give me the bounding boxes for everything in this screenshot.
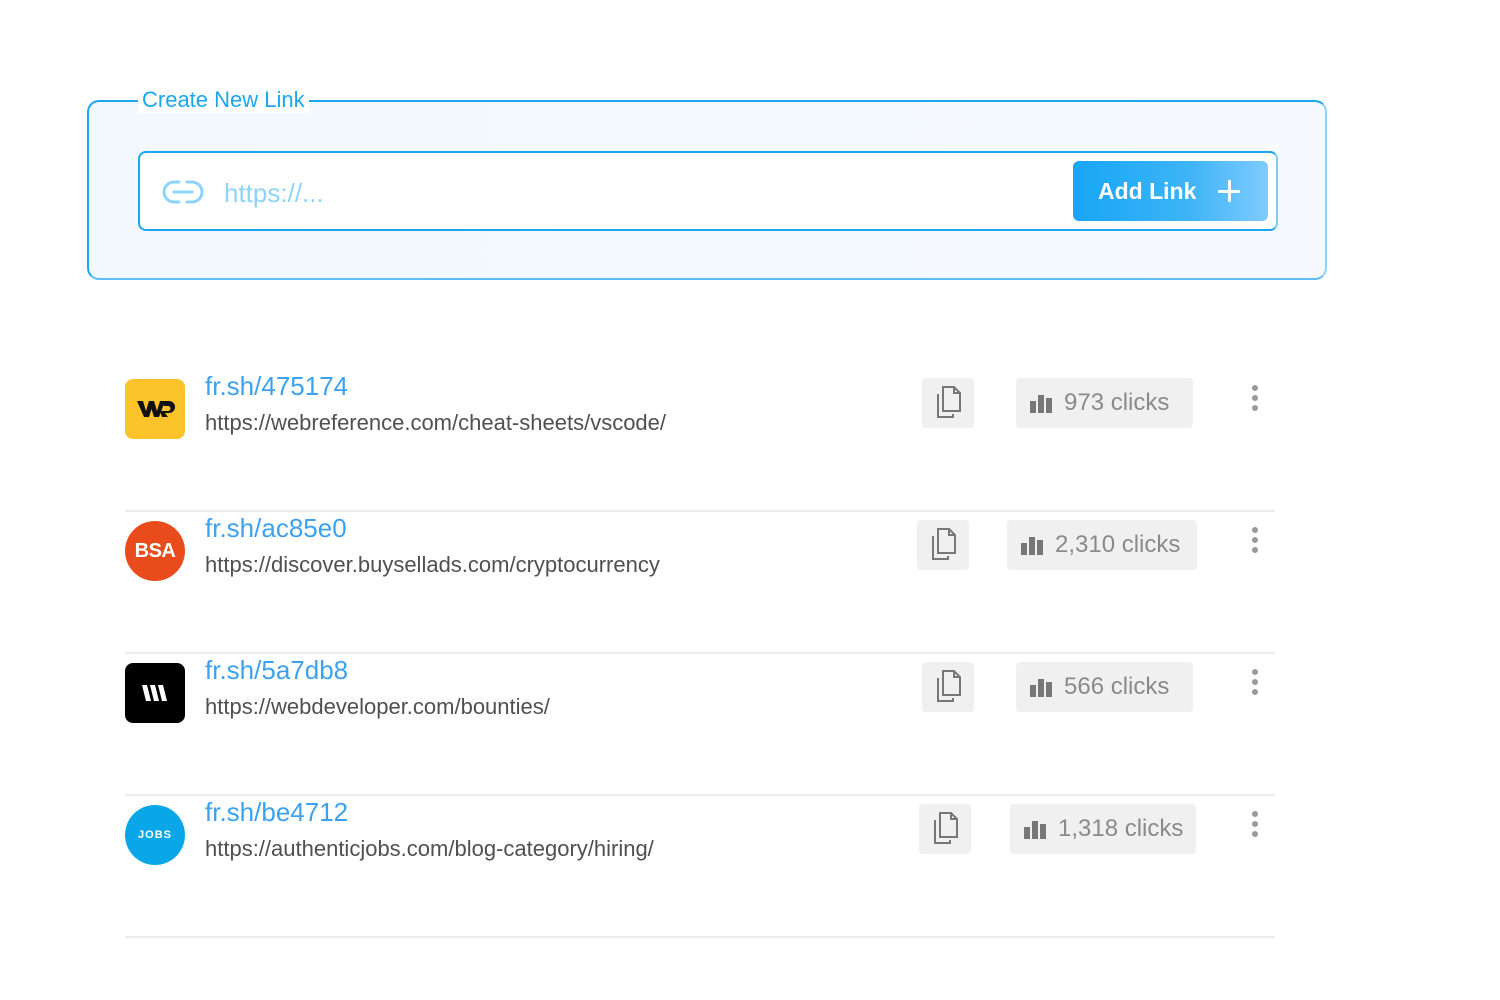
- clicks-button[interactable]: 566 clicks: [1016, 662, 1193, 712]
- link-row: fr.sh/475174 https://webreference.com/ch…: [125, 370, 1275, 512]
- copy-icon: [928, 527, 958, 564]
- webdeveloper-logo-icon: [125, 663, 185, 723]
- authenticjobs-logo-icon: JOBS: [125, 805, 185, 865]
- short-url-link[interactable]: fr.sh/475174: [205, 370, 348, 402]
- long-url: https://webdeveloper.com/bounties/: [205, 694, 550, 719]
- short-url-link[interactable]: fr.sh/5a7db8: [205, 654, 348, 686]
- webreference-logo-icon: [125, 379, 185, 439]
- copy-icon: [933, 669, 963, 706]
- clicks-count: 1,318 clicks: [1058, 815, 1184, 842]
- clicks-count: 2,310 clicks: [1055, 531, 1181, 558]
- more-icon-dot: [1252, 385, 1258, 391]
- more-icon-dot: [1252, 669, 1258, 675]
- row-divider: [125, 936, 1275, 938]
- buysellads-logo-icon: BSA: [125, 521, 185, 581]
- url-input[interactable]: [222, 170, 1046, 216]
- copy-button[interactable]: [922, 378, 974, 428]
- copy-button[interactable]: [917, 520, 969, 570]
- long-url: https://discover.buysellads.com/cryptocu…: [205, 552, 660, 577]
- long-url: https://authenticjobs.com/blog-category/…: [205, 836, 654, 861]
- bar-chart-icon: [1024, 821, 1046, 839]
- link-icon: [162, 178, 204, 206]
- short-url-link[interactable]: fr.sh/ac85e0: [205, 512, 347, 544]
- link-row: fr.sh/5a7db8 https://webdeveloper.com/bo…: [125, 654, 1275, 796]
- clicks-button[interactable]: 2,310 clicks: [1007, 520, 1197, 570]
- clicks-count: 973 clicks: [1064, 389, 1170, 416]
- plus-icon: [1218, 180, 1241, 202]
- link-row: JOBS fr.sh/be4712 https://authenticjobs.…: [125, 796, 1275, 938]
- bar-chart-icon: [1030, 679, 1052, 697]
- copy-button[interactable]: [919, 804, 971, 854]
- link-row: BSA fr.sh/ac85e0 https://discover.buysel…: [125, 512, 1275, 654]
- copy-icon: [933, 385, 963, 422]
- clicks-button[interactable]: 973 clicks: [1016, 378, 1193, 428]
- more-options-button[interactable]: [1245, 662, 1265, 702]
- create-link-legend: Create New Link: [138, 87, 309, 113]
- copy-button[interactable]: [922, 662, 974, 712]
- add-link-button[interactable]: Add Link: [1073, 161, 1268, 221]
- more-icon-dot: [1252, 811, 1258, 817]
- more-options-button[interactable]: [1245, 804, 1265, 844]
- copy-icon: [930, 811, 960, 848]
- short-url-link[interactable]: fr.sh/be4712: [205, 796, 348, 828]
- more-options-button[interactable]: [1245, 378, 1265, 418]
- long-url: https://webreference.com/cheat-sheets/vs…: [205, 410, 667, 435]
- clicks-count: 566 clicks: [1064, 673, 1170, 700]
- more-icon-dot: [1252, 527, 1258, 533]
- clicks-button[interactable]: 1,318 clicks: [1010, 804, 1196, 854]
- add-link-label: Add Link: [1098, 177, 1197, 204]
- more-options-button[interactable]: [1245, 520, 1265, 560]
- bar-chart-icon: [1021, 537, 1043, 555]
- bar-chart-icon: [1030, 395, 1052, 413]
